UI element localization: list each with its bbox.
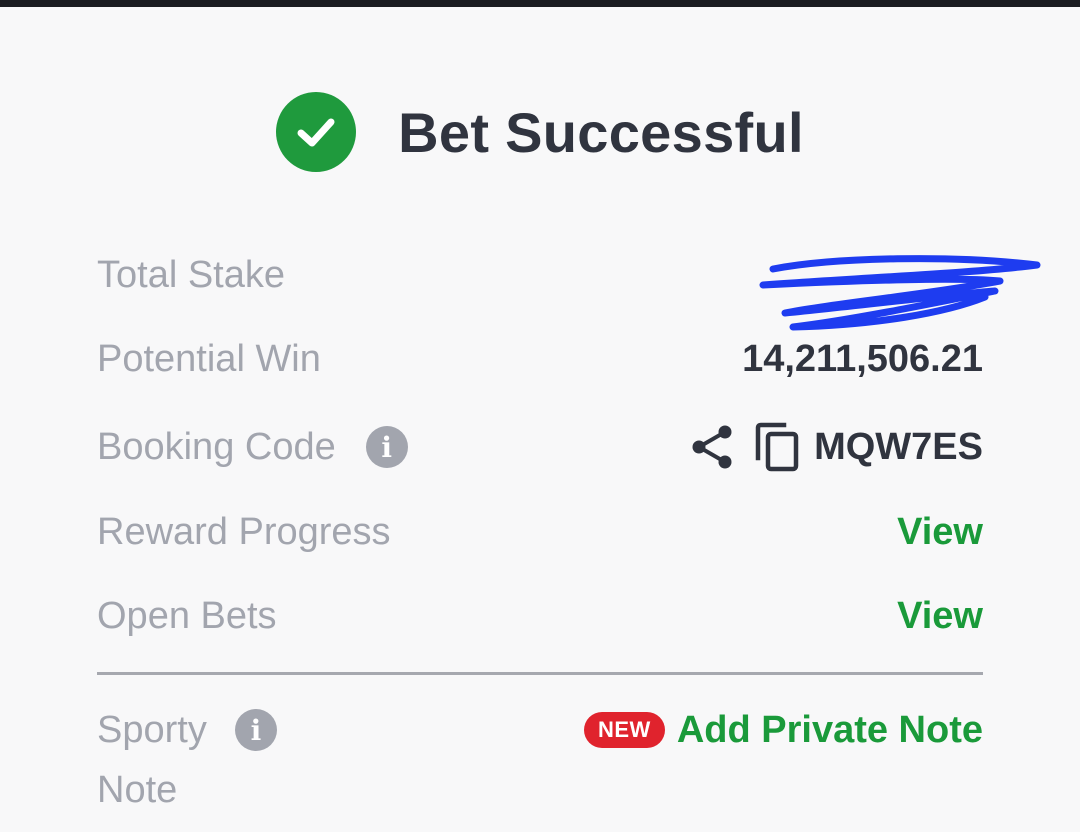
info-icon[interactable]: i <box>365 426 408 468</box>
open-bets-row: Open Bets View <box>97 586 983 646</box>
new-badge: NEW <box>584 712 665 748</box>
copy-icon[interactable] <box>754 422 800 472</box>
potential-win-value: 14,211,506.21 <box>742 337 983 380</box>
open-bets-label: Open Bets <box>97 594 277 637</box>
open-bets-view-link[interactable]: View <box>897 595 983 638</box>
booking-code-value-group: MQW7ES <box>690 422 983 472</box>
reward-progress-row: Reward Progress View <box>97 502 983 562</box>
sporty-note-label-line2: Note <box>97 769 178 811</box>
total-stake-label: Total Stake <box>97 253 285 296</box>
page-title: Bet Successful <box>398 100 804 164</box>
redaction-scribble <box>759 255 1041 331</box>
potential-win-row: Potential Win 14,211,506.21 <box>97 329 983 389</box>
sporty-note-row: Sporty Note i NEW Add Private Note <box>97 700 983 820</box>
bet-result-header: Bet Successful <box>0 92 1080 172</box>
reward-progress-label: Reward Progress <box>97 510 391 553</box>
add-private-note-action[interactable]: NEW Add Private Note <box>584 700 983 760</box>
reward-progress-view-link[interactable]: View <box>897 511 983 554</box>
share-icon[interactable] <box>690 424 736 470</box>
divider <box>97 672 983 675</box>
booking-code-label-group: Booking Code i <box>97 426 408 469</box>
booking-code-row: Booking Code i MQW7ES <box>97 417 983 477</box>
check-circle-icon <box>276 92 357 172</box>
sporty-note-label: Sporty Note <box>97 700 317 820</box>
bet-receipt-panel: Bet Successful Total Stake Potential Win… <box>0 7 1080 832</box>
note-info-icon[interactable]: i <box>235 709 277 751</box>
booking-code-label: Booking Code <box>97 425 336 468</box>
potential-win-label: Potential Win <box>97 337 321 380</box>
status-bar-edge <box>0 0 1080 7</box>
add-private-note-link[interactable]: Add Private Note <box>677 709 983 752</box>
booking-code-value[interactable]: MQW7ES <box>814 426 983 469</box>
sporty-note-label-line1: Sporty <box>97 709 207 751</box>
